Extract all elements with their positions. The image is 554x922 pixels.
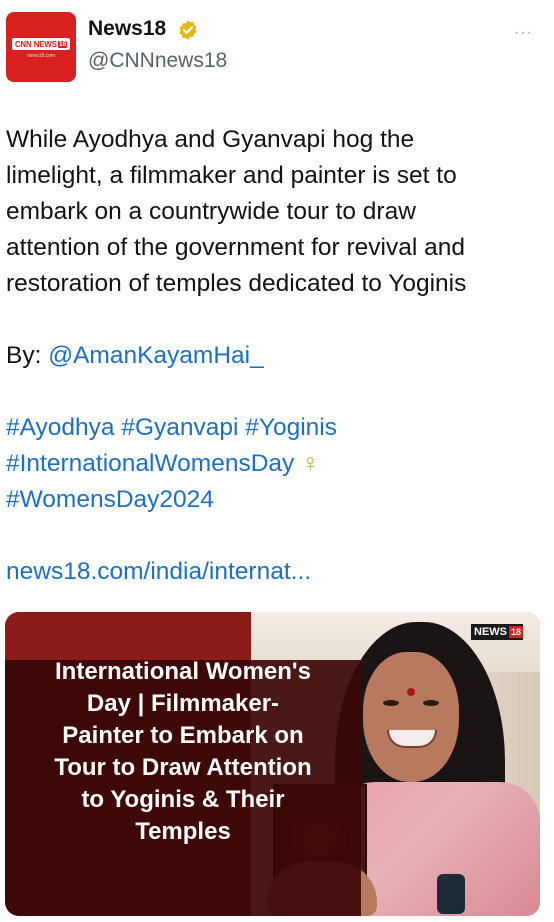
author-handle[interactable]: @CNNnews18 (88, 49, 227, 73)
card-headline: International Women's Day | Filmmaker- P… (54, 658, 312, 845)
tweet-text-line: attention of the government for revival … (6, 234, 465, 261)
watch-icon (437, 874, 465, 914)
tweet-text-line: embark on a countrywide tour to draw (6, 198, 416, 225)
tweet-text-line: restoration of temples dedicated to Yogi… (6, 270, 467, 297)
author-mention-link[interactable]: @AmanKayamHai_ (48, 342, 264, 369)
author-display-name[interactable]: News18 (88, 17, 166, 41)
verified-badge-icon (179, 20, 197, 40)
article-link[interactable]: news18.com/india/internat... (6, 554, 546, 590)
avatar-url-text: news18.com (26, 53, 56, 59)
tweet-text: While Ayodhya and Gyanvapi hog the limel… (6, 122, 546, 590)
link-preview-card[interactable]: International Women's Day | Filmmaker- P… (5, 612, 540, 916)
female-sign-icon: ♀ (301, 450, 320, 477)
news18-logo: NEWS 18 (471, 624, 524, 640)
byline-label: By: (6, 342, 49, 369)
tweet-text-line: limelight, a filmmaker and painter is se… (6, 162, 457, 189)
hashtags-line[interactable]: #WomensDay2024 (6, 482, 546, 518)
author-avatar[interactable]: CNN NEWS 18 news18.com (6, 12, 76, 82)
hashtag-link[interactable]: #InternationalWomensDay (6, 450, 294, 477)
avatar-logo: CNN NEWS 18 (12, 38, 70, 50)
more-options-icon[interactable]: ··· (514, 24, 533, 42)
hashtags-line: #InternationalWomensDay ♀ (6, 446, 546, 482)
byline: By: @AmanKayamHai_ (6, 338, 546, 374)
hashtags-line[interactable]: #Ayodhya #Gyanvapi #Yoginis (6, 410, 546, 446)
tweet-text-line: While Ayodhya and Gyanvapi hog the (6, 126, 415, 153)
